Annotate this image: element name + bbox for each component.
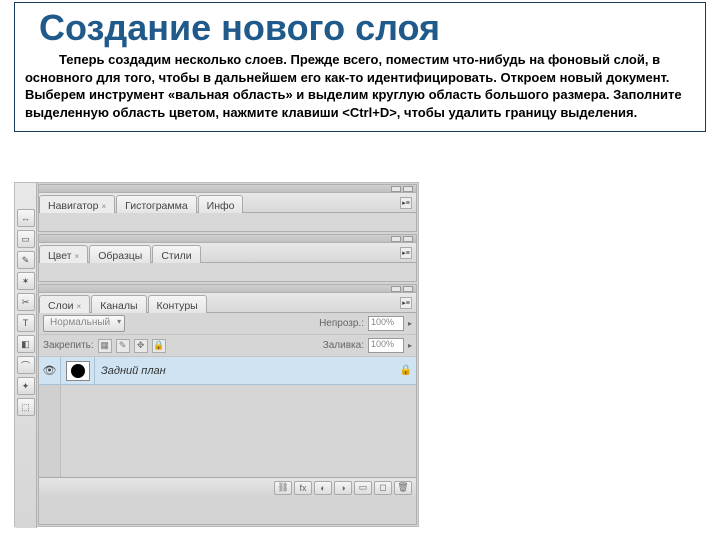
minimize-icon[interactable]: [391, 186, 401, 192]
tab-histogram[interactable]: Гистограмма: [116, 195, 197, 213]
lock-position-icon[interactable]: ✥: [134, 339, 148, 353]
lock-pixels-icon[interactable]: ✎: [116, 339, 130, 353]
lock-all-icon[interactable]: 🔒: [152, 339, 166, 353]
tab-close-icon[interactable]: ×: [77, 302, 82, 311]
opacity-input[interactable]: 100%: [368, 316, 404, 331]
panel-menu-icon[interactable]: ▸≡: [400, 197, 412, 209]
opacity-label: Непрозр.:: [319, 318, 364, 329]
close-icon[interactable]: [403, 286, 413, 292]
close-icon[interactable]: [403, 236, 413, 242]
group-icon[interactable]: ▭: [354, 481, 372, 495]
delete-layer-icon[interactable]: 🗑: [394, 481, 412, 495]
layer-thumbnail[interactable]: [66, 361, 90, 381]
layer-row[interactable]: 👁 Задний план 🔒: [39, 357, 416, 385]
layers-panel: Слои× Каналы Контуры ▸≡ Нормальный Непро…: [38, 284, 417, 525]
tab-channels[interactable]: Каналы: [91, 295, 146, 313]
navigator-panel: Навигатор× Гистограмма Инфо ▸≡: [38, 184, 417, 232]
layers-list: 👁 Задний план 🔒: [39, 357, 416, 477]
tab-close-icon[interactable]: ×: [101, 202, 106, 211]
filled-circle-icon: [71, 364, 85, 378]
lock-transparency-icon[interactable]: ▦: [98, 339, 112, 353]
tab-close-icon[interactable]: ×: [75, 252, 80, 261]
tab-layers[interactable]: Слои×: [39, 295, 90, 313]
tool-button[interactable]: ✎: [17, 251, 35, 269]
page-description: Теперь создадим несколько слоев. Прежде …: [25, 51, 695, 121]
color-panel: Цвет× Образцы Стили ▸≡: [38, 234, 417, 282]
caret-icon[interactable]: ▸: [408, 341, 412, 350]
adjustment-layer-icon[interactable]: ◑: [334, 481, 352, 495]
blend-mode-select[interactable]: Нормальный: [43, 315, 125, 332]
tool-button[interactable]: ↔: [17, 209, 35, 227]
tool-button[interactable]: ✦: [17, 377, 35, 395]
lock-label: Закрепить:: [43, 340, 94, 351]
layers-panel-footer: ⛓ fx ◐ ◑ ▭ ◻ 🗑: [39, 477, 416, 497]
visibility-eye-icon[interactable]: 👁: [43, 364, 57, 377]
tab-swatches[interactable]: Образцы: [89, 245, 151, 263]
close-icon[interactable]: [403, 186, 413, 192]
layer-lock-icon: 🔒: [396, 365, 416, 376]
tool-button[interactable]: T: [17, 314, 35, 332]
minimize-icon[interactable]: [391, 236, 401, 242]
tool-button[interactable]: ⬚: [17, 398, 35, 416]
tab-navigator[interactable]: Навигатор×: [39, 195, 115, 213]
tool-button[interactable]: ✂: [17, 293, 35, 311]
panel-menu-icon[interactable]: ▸≡: [400, 297, 412, 309]
caret-icon[interactable]: ▸: [408, 319, 412, 328]
fill-input[interactable]: 100%: [368, 338, 404, 353]
tool-button[interactable]: ◧: [17, 335, 35, 353]
layer-style-icon[interactable]: fx: [294, 481, 312, 495]
tool-button[interactable]: ✶: [17, 272, 35, 290]
link-layers-icon[interactable]: ⛓: [274, 481, 292, 495]
panel-menu-icon[interactable]: ▸≡: [400, 247, 412, 259]
layer-mask-icon[interactable]: ◐: [314, 481, 332, 495]
tool-button[interactable]: ⌒: [17, 356, 35, 374]
tools-toolbar: ↔ ▭ ✎ ✶ ✂ T ◧ ⌒ ✦ ⬚: [15, 183, 37, 528]
tool-button[interactable]: ▭: [17, 230, 35, 248]
tab-styles[interactable]: Стили: [152, 245, 200, 263]
new-layer-icon[interactable]: ◻: [374, 481, 392, 495]
tab-info[interactable]: Инфо: [198, 195, 244, 213]
page-title: Создание нового слоя: [39, 7, 695, 49]
layer-name-label[interactable]: Задний план: [95, 365, 396, 377]
photoshop-panels: ↔ ▭ ✎ ✶ ✂ T ◧ ⌒ ✦ ⬚ Навигатор× Гистограм…: [14, 182, 419, 527]
tab-paths[interactable]: Контуры: [148, 295, 207, 313]
fill-label: Заливка:: [323, 340, 364, 351]
minimize-icon[interactable]: [391, 286, 401, 292]
tab-color[interactable]: Цвет×: [39, 245, 88, 263]
